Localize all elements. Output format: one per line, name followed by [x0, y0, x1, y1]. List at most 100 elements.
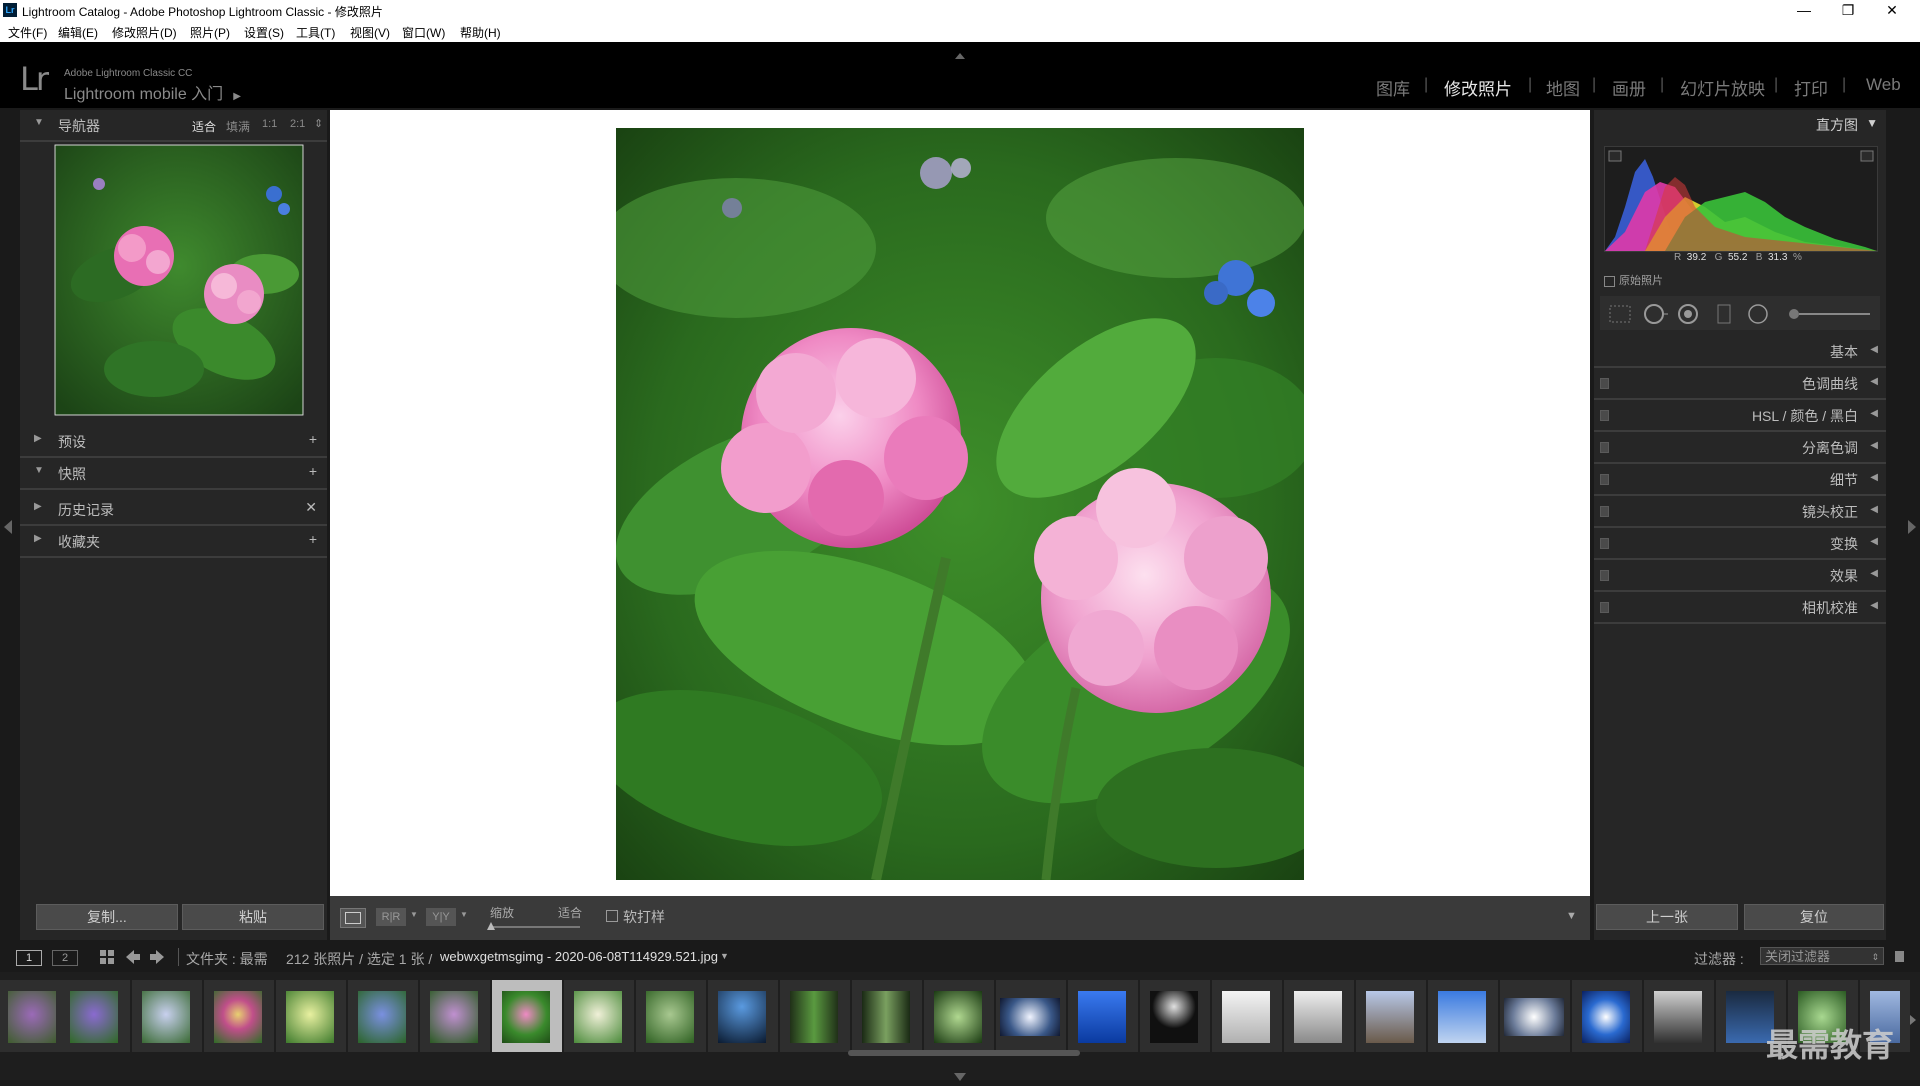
filmstrip-thumb[interactable]	[420, 980, 490, 1052]
filmstrip-thumb[interactable]	[204, 980, 274, 1052]
filmstrip-thumb[interactable]	[1212, 980, 1282, 1052]
module-book[interactable]: 画册	[1612, 75, 1646, 100]
close-button[interactable]: ✕	[1870, 0, 1914, 20]
zoom-slider-thumb[interactable]	[487, 922, 495, 930]
collapse-bottom-icon[interactable]	[954, 1068, 966, 1086]
graduated-filter-icon[interactable]	[1717, 304, 1731, 324]
soft-proof-checkbox[interactable]	[606, 910, 618, 922]
histogram[interactable]	[1604, 146, 1878, 252]
navigator-preview[interactable]	[54, 144, 304, 416]
filmstrip-thumb[interactable]	[1356, 980, 1426, 1052]
crop-tool-icon[interactable]	[1609, 305, 1631, 323]
tone-curve-switch[interactable]	[1600, 378, 1609, 389]
before-after-tb-button[interactable]: Y|Y	[426, 908, 456, 926]
filmstrip-thumb[interactable]	[1572, 980, 1642, 1052]
split-toning-switch[interactable]	[1600, 442, 1609, 453]
filmstrip-thumb[interactable]	[276, 980, 346, 1052]
snapshots-header[interactable]: ▼ 快照 +	[20, 458, 327, 490]
adjustment-brush-icon[interactable]	[1789, 309, 1870, 319]
module-library[interactable]: 图库	[1376, 75, 1410, 100]
red-eye-icon[interactable]	[1678, 304, 1698, 324]
main-canvas[interactable]	[330, 110, 1590, 896]
filmstrip-thumb[interactable]	[1284, 980, 1354, 1052]
clear-history-icon[interactable]: ✕	[305, 499, 317, 516]
filmstrip-thumb[interactable]	[1428, 980, 1498, 1052]
spot-removal-icon[interactable]	[1644, 304, 1668, 324]
menu-photo[interactable]: 照片(P)	[190, 24, 230, 41]
minimize-button[interactable]: —	[1782, 0, 1826, 20]
identity-plate-line2[interactable]: Lightroom mobile 入门 ▶	[64, 80, 241, 104]
basic-section[interactable]: 基本 ◀	[1594, 336, 1886, 368]
collapse-right-icon[interactable]	[1908, 520, 1916, 539]
lens-corrections-section[interactable]: 镜头校正 ◀	[1594, 496, 1886, 528]
tone-curve-section[interactable]: 色调曲线 ◀	[1594, 368, 1886, 400]
history-header[interactable]: ▶ 历史记录 ✕	[20, 494, 327, 526]
filename-menu-icon[interactable]: ▼	[720, 951, 729, 961]
module-map[interactable]: 地图	[1546, 75, 1580, 100]
zoom-menu-icon[interactable]: ⇕	[314, 117, 323, 130]
secondary-window-button[interactable]: 2	[52, 950, 78, 966]
transform-switch[interactable]	[1600, 538, 1609, 549]
filmstrip-thumb[interactable]	[1140, 980, 1210, 1052]
lens-corrections-switch[interactable]	[1600, 506, 1609, 517]
menu-edit[interactable]: 编辑(E)	[58, 24, 98, 41]
split-toning-section[interactable]: 分离色调 ◀	[1594, 432, 1886, 464]
filmstrip-thumb[interactable]	[924, 980, 994, 1052]
detail-switch[interactable]	[1600, 474, 1609, 485]
source-folder[interactable]: 文件夹 : 最需	[186, 949, 268, 969]
add-snapshot-icon[interactable]: +	[309, 463, 317, 479]
filter-dropdown[interactable]: 关闭过滤器 ⇕	[1760, 947, 1884, 965]
module-slideshow[interactable]: 幻灯片放映	[1680, 75, 1765, 100]
before-after-menu-icon[interactable]: ▼	[410, 910, 418, 919]
copy-settings-button[interactable]: 复制...	[36, 904, 178, 930]
grid-view-icon[interactable]	[100, 950, 114, 967]
original-photo-checkbox[interactable]	[1604, 275, 1615, 287]
effects-section[interactable]: 效果 ◀	[1594, 560, 1886, 592]
filmstrip-thumb[interactable]	[852, 980, 922, 1052]
histogram-header[interactable]: 直方图 ▼	[1594, 110, 1886, 136]
calibration-switch[interactable]	[1600, 602, 1609, 613]
filmstrip-scroll-right-icon[interactable]	[1910, 1012, 1916, 1030]
radial-filter-icon[interactable]	[1748, 304, 1768, 324]
detail-section[interactable]: 细节 ◀	[1594, 464, 1886, 496]
menu-view[interactable]: 视图(V)	[350, 24, 390, 41]
zoom-fit[interactable]: 适合	[192, 118, 216, 135]
forward-arrow-icon[interactable]	[150, 950, 164, 967]
toolbar-menu-icon[interactable]: ▼	[1566, 910, 1577, 922]
filmstrip-thumb[interactable]	[564, 980, 634, 1052]
zoom-fill[interactable]: 填满	[226, 118, 250, 135]
paste-settings-button[interactable]: 粘贴	[182, 904, 324, 930]
filmstrip-thumb[interactable]	[1644, 980, 1714, 1052]
filmstrip-thumb[interactable]	[1068, 980, 1138, 1052]
menu-tools[interactable]: 工具(T)	[296, 24, 335, 41]
menu-file[interactable]: 文件(F)	[8, 24, 47, 41]
maximize-button[interactable]: ❐	[1826, 0, 1870, 20]
filmstrip-thumb[interactable]	[780, 980, 850, 1052]
add-collection-icon[interactable]: +	[309, 531, 317, 547]
filmstrip-scrollbar[interactable]	[848, 1050, 1080, 1056]
filmstrip-thumb[interactable]	[132, 980, 202, 1052]
hsl-switch[interactable]	[1600, 410, 1609, 421]
menu-settings[interactable]: 设置(S)	[244, 24, 284, 41]
filmstrip-thumb[interactable]	[60, 980, 130, 1052]
module-develop[interactable]: 修改照片	[1444, 75, 1512, 100]
before-after-tb-menu-icon[interactable]: ▼	[460, 910, 468, 919]
zoom-2-1[interactable]: 2:1	[290, 118, 305, 130]
module-print[interactable]: 打印	[1794, 75, 1828, 100]
filmstrip-thumb[interactable]	[636, 980, 706, 1052]
menu-develop[interactable]: 修改照片(D)	[112, 24, 177, 41]
filmstrip-thumb[interactable]	[708, 980, 778, 1052]
effects-switch[interactable]	[1600, 570, 1609, 581]
main-window-button[interactable]: 1	[16, 950, 42, 966]
filmstrip-thumb[interactable]	[996, 980, 1066, 1052]
collapse-left-icon[interactable]	[4, 520, 12, 539]
calibration-section[interactable]: 相机校准 ◀	[1594, 592, 1886, 624]
collections-header[interactable]: ▶ 收藏夹 +	[20, 526, 327, 558]
current-filename[interactable]: webwxgetmsgimg - 2020-06-08T114929.521.j…	[440, 949, 718, 964]
filmstrip-thumb-selected[interactable]	[492, 980, 562, 1052]
back-arrow-icon[interactable]	[126, 950, 140, 967]
original-photo-toggle[interactable]: 原始照片	[1604, 272, 1663, 288]
zoom-1-1[interactable]: 1:1	[262, 118, 277, 130]
previous-button[interactable]: 上一张	[1596, 904, 1738, 930]
module-web[interactable]: Web	[1866, 75, 1901, 95]
